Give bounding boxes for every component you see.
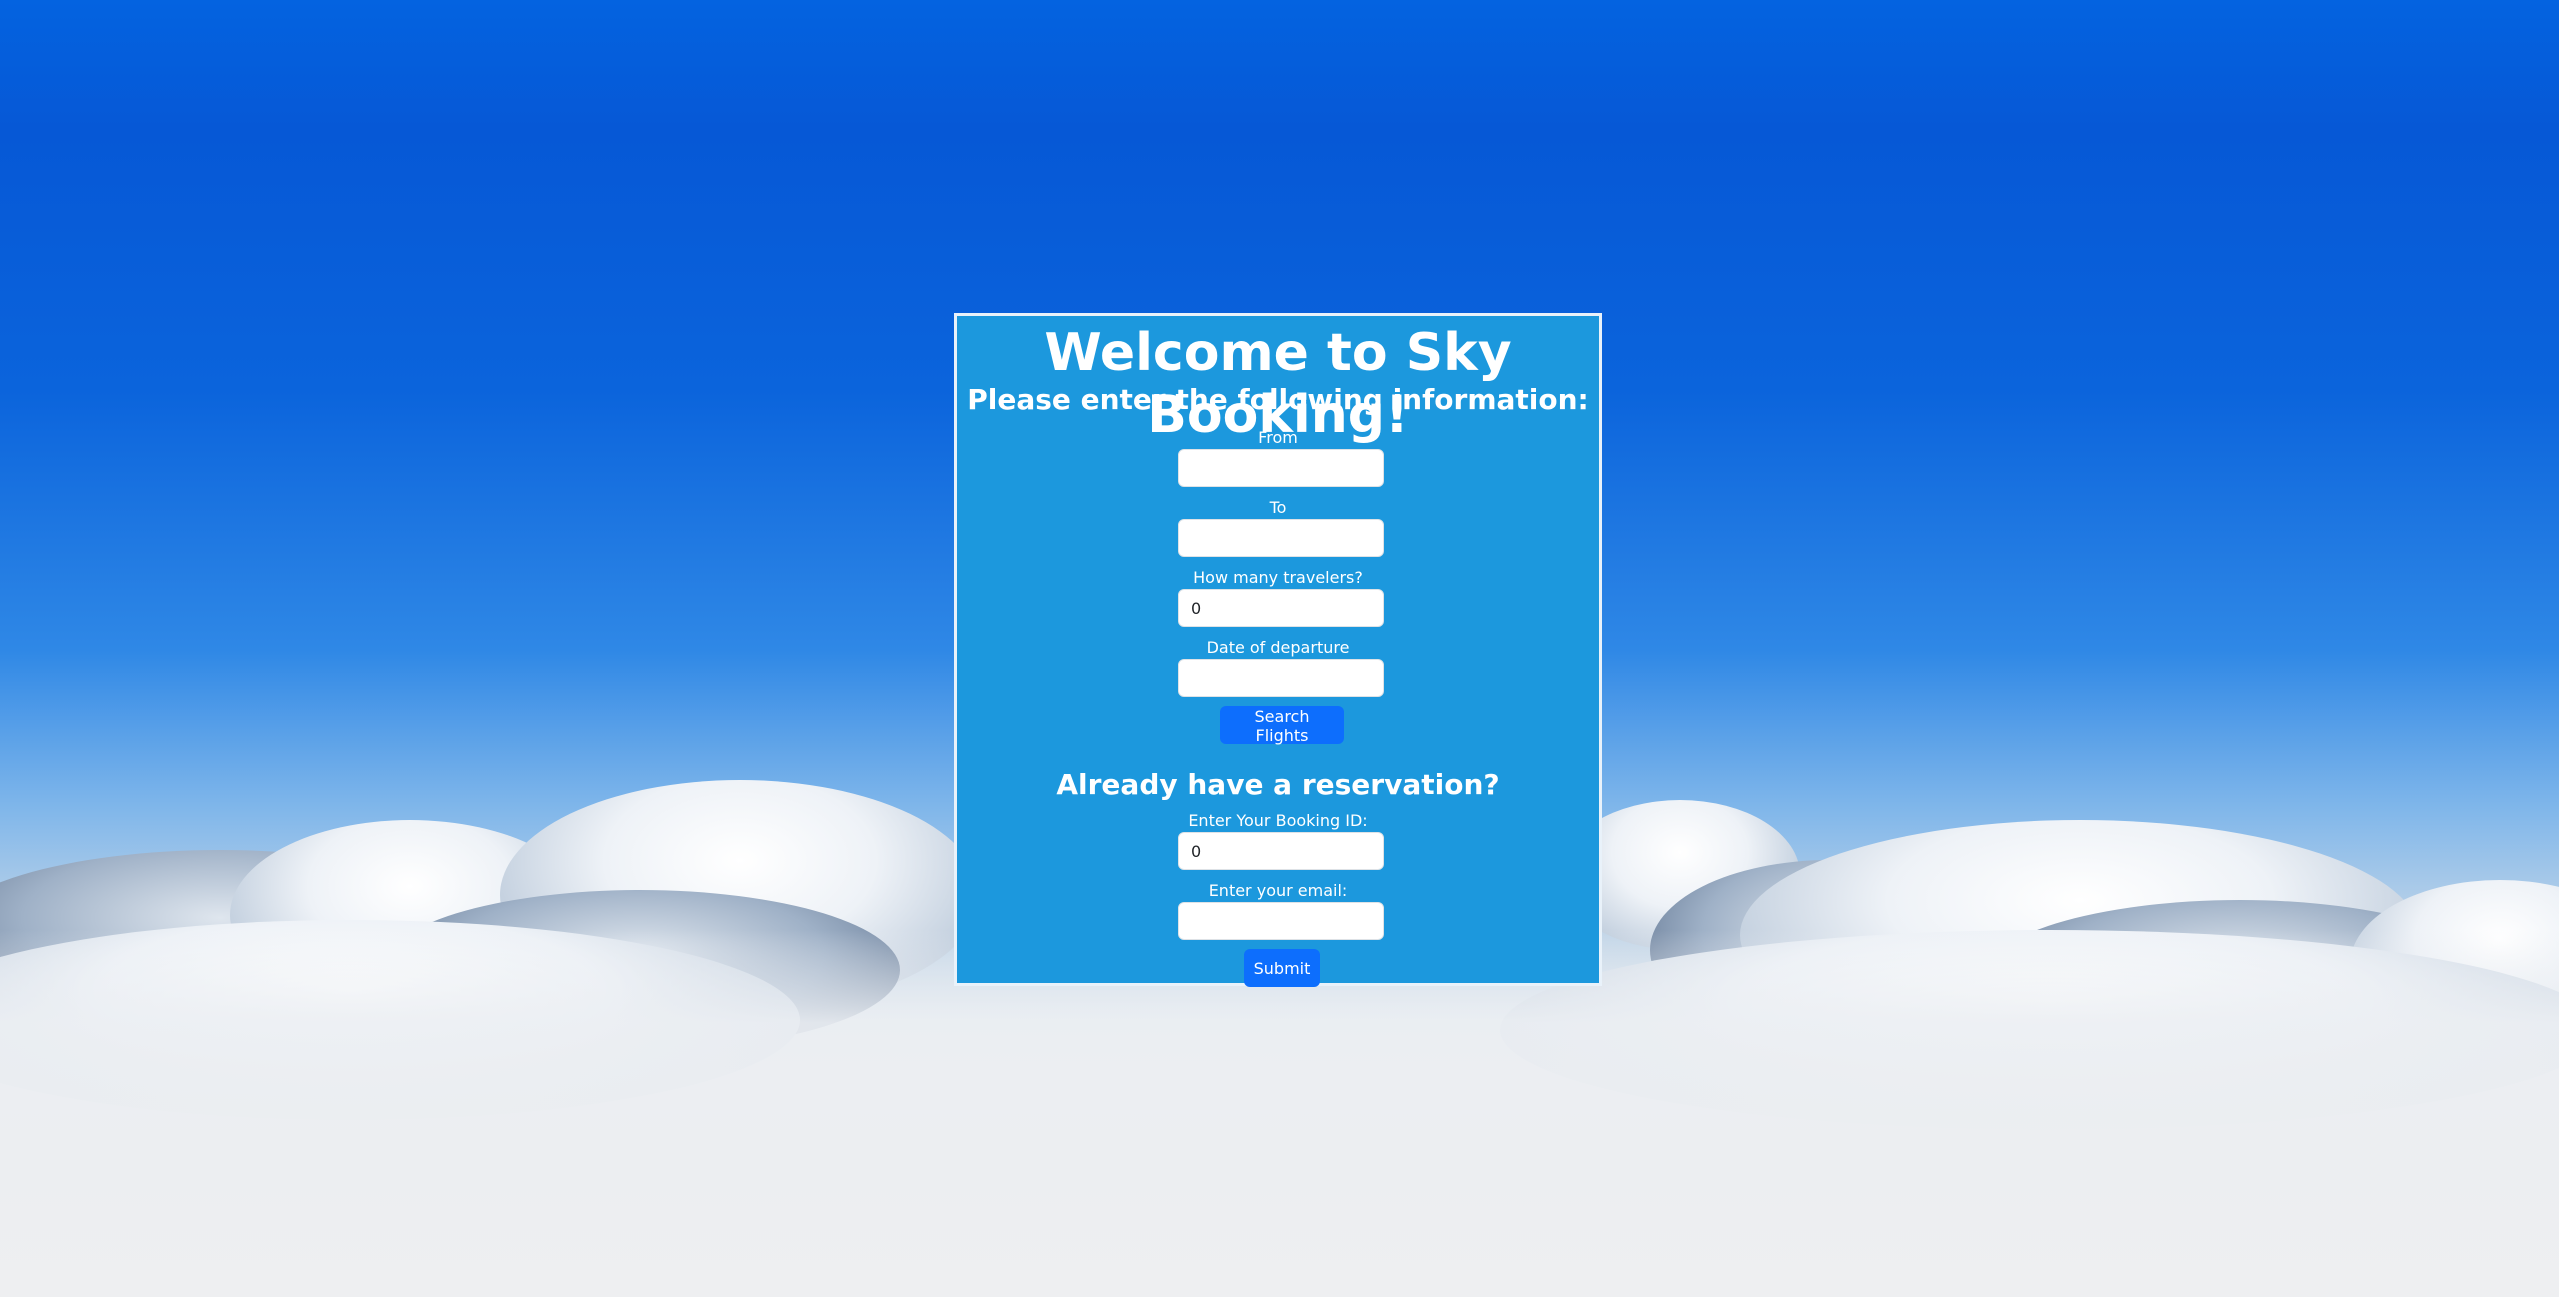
travelers-input[interactable] — [1178, 589, 1384, 627]
departure-date-input[interactable] — [1178, 659, 1384, 697]
bottom-strip — [0, 1297, 2559, 1301]
email-label: Enter your email: — [1208, 881, 1348, 900]
page-background: Welcome to Sky Booking! Please enter the… — [0, 0, 2559, 1301]
to-input[interactable] — [1178, 519, 1384, 557]
travelers-label: How many travelers? — [1193, 568, 1363, 587]
email-input[interactable] — [1178, 902, 1384, 940]
from-label: From — [1258, 428, 1298, 447]
submit-button[interactable]: Submit — [1244, 949, 1320, 987]
search-flights-button[interactable]: Search Flights — [1220, 706, 1344, 745]
booking-id-label: Enter Your Booking ID: — [1188, 811, 1368, 830]
from-input[interactable] — [1178, 449, 1384, 487]
reservation-heading: Already have a reservation? — [1056, 768, 1500, 801]
form-subtitle: Please enter the following information: — [967, 383, 1589, 416]
booking-panel: Welcome to Sky Booking! Please enter the… — [954, 313, 1602, 987]
to-label: To — [1269, 498, 1287, 517]
booking-id-input[interactable] — [1178, 832, 1384, 870]
departure-date-label: Date of departure — [1206, 638, 1350, 657]
